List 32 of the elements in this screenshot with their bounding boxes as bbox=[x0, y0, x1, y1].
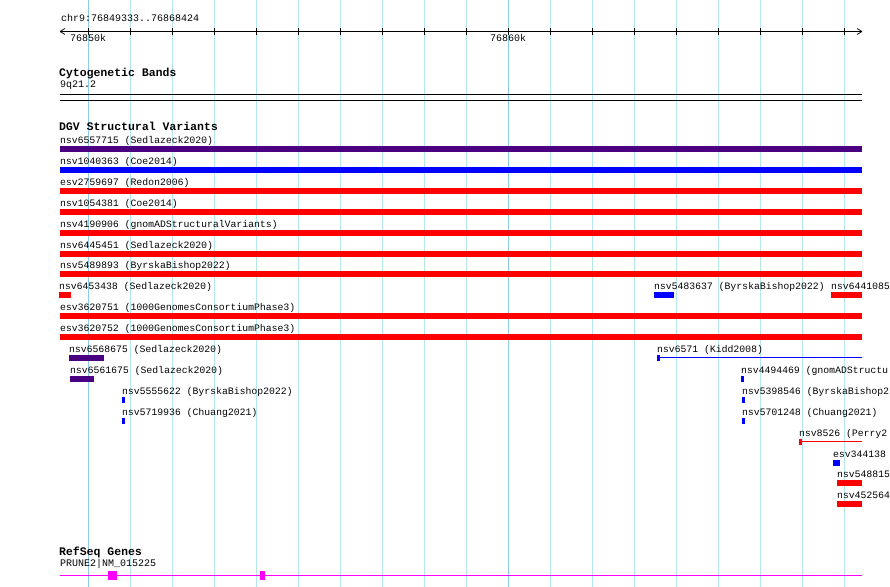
variant-label: nsv6441085 bbox=[831, 281, 890, 293]
band-label: 9q21.2 bbox=[60, 80, 96, 92]
variant-label: nsv4190906 (gnomADStructuralVariants) bbox=[60, 219, 278, 231]
variant-label: nsv4494469 (gnomADStructu bbox=[741, 365, 888, 377]
gene-label: PRUNE2|NM_015225 bbox=[60, 559, 156, 571]
variant-label: nsv6568675 (Sedlazeck2020) bbox=[69, 344, 222, 356]
variant-label: nsv6453438 (Sedlazeck2020) bbox=[59, 281, 212, 293]
variant-label: nsv452564 bbox=[837, 490, 890, 502]
variant-label: esv3620752 (1000GenomesConsortiumPhase3) bbox=[60, 323, 296, 335]
variant-label: nsv8526 (Perry2 bbox=[799, 428, 888, 440]
variant-label: esv344138 bbox=[833, 449, 886, 461]
variant-label: nsv5555622 (ByrskaBishop2022) bbox=[122, 386, 292, 398]
variant-label: nsv5719936 (Chuang2021) bbox=[122, 407, 258, 419]
region-label: chr9:76849333..76868424 bbox=[61, 14, 200, 26]
ruler-tick-label: 76860k bbox=[490, 34, 526, 46]
variant-label: nsv6561675 (Sedlazeck2020) bbox=[70, 365, 223, 377]
variant-label: nsv6445451 (Sedlazeck2020) bbox=[60, 240, 213, 252]
variant-label: nsv5489893 (ByrskaBishop2022) bbox=[60, 260, 230, 272]
variant-label: esv2759697 (Redon2006) bbox=[60, 177, 190, 189]
variant-label: nsv6557715 (Sedlazeck2020) bbox=[60, 135, 213, 147]
variant-label: nsv5483637 (ByrskaBishop2022) bbox=[654, 281, 824, 293]
variant-label: nsv6571 (Kidd2008) bbox=[657, 344, 763, 356]
track-title: Cytogenetic Bands bbox=[59, 68, 176, 80]
variant-label: nsv5701248 (Chuang2021) bbox=[742, 407, 878, 419]
track-title: RefSeq Genes bbox=[59, 547, 142, 559]
variant-label: nsv5398546 (ByrskaBishop2 bbox=[742, 386, 889, 398]
variant-label: nsv1054381 (Coe2014) bbox=[60, 198, 178, 210]
track-title: DGV Structural Variants bbox=[59, 122, 218, 134]
variant-label: nsv548815 bbox=[837, 469, 890, 481]
ruler-tick-label: 76850k bbox=[70, 34, 106, 46]
variant-label: nsv1040363 (Coe2014) bbox=[60, 156, 178, 168]
variant-label: esv3620751 (1000GenomesConsortiumPhase3) bbox=[60, 302, 296, 314]
